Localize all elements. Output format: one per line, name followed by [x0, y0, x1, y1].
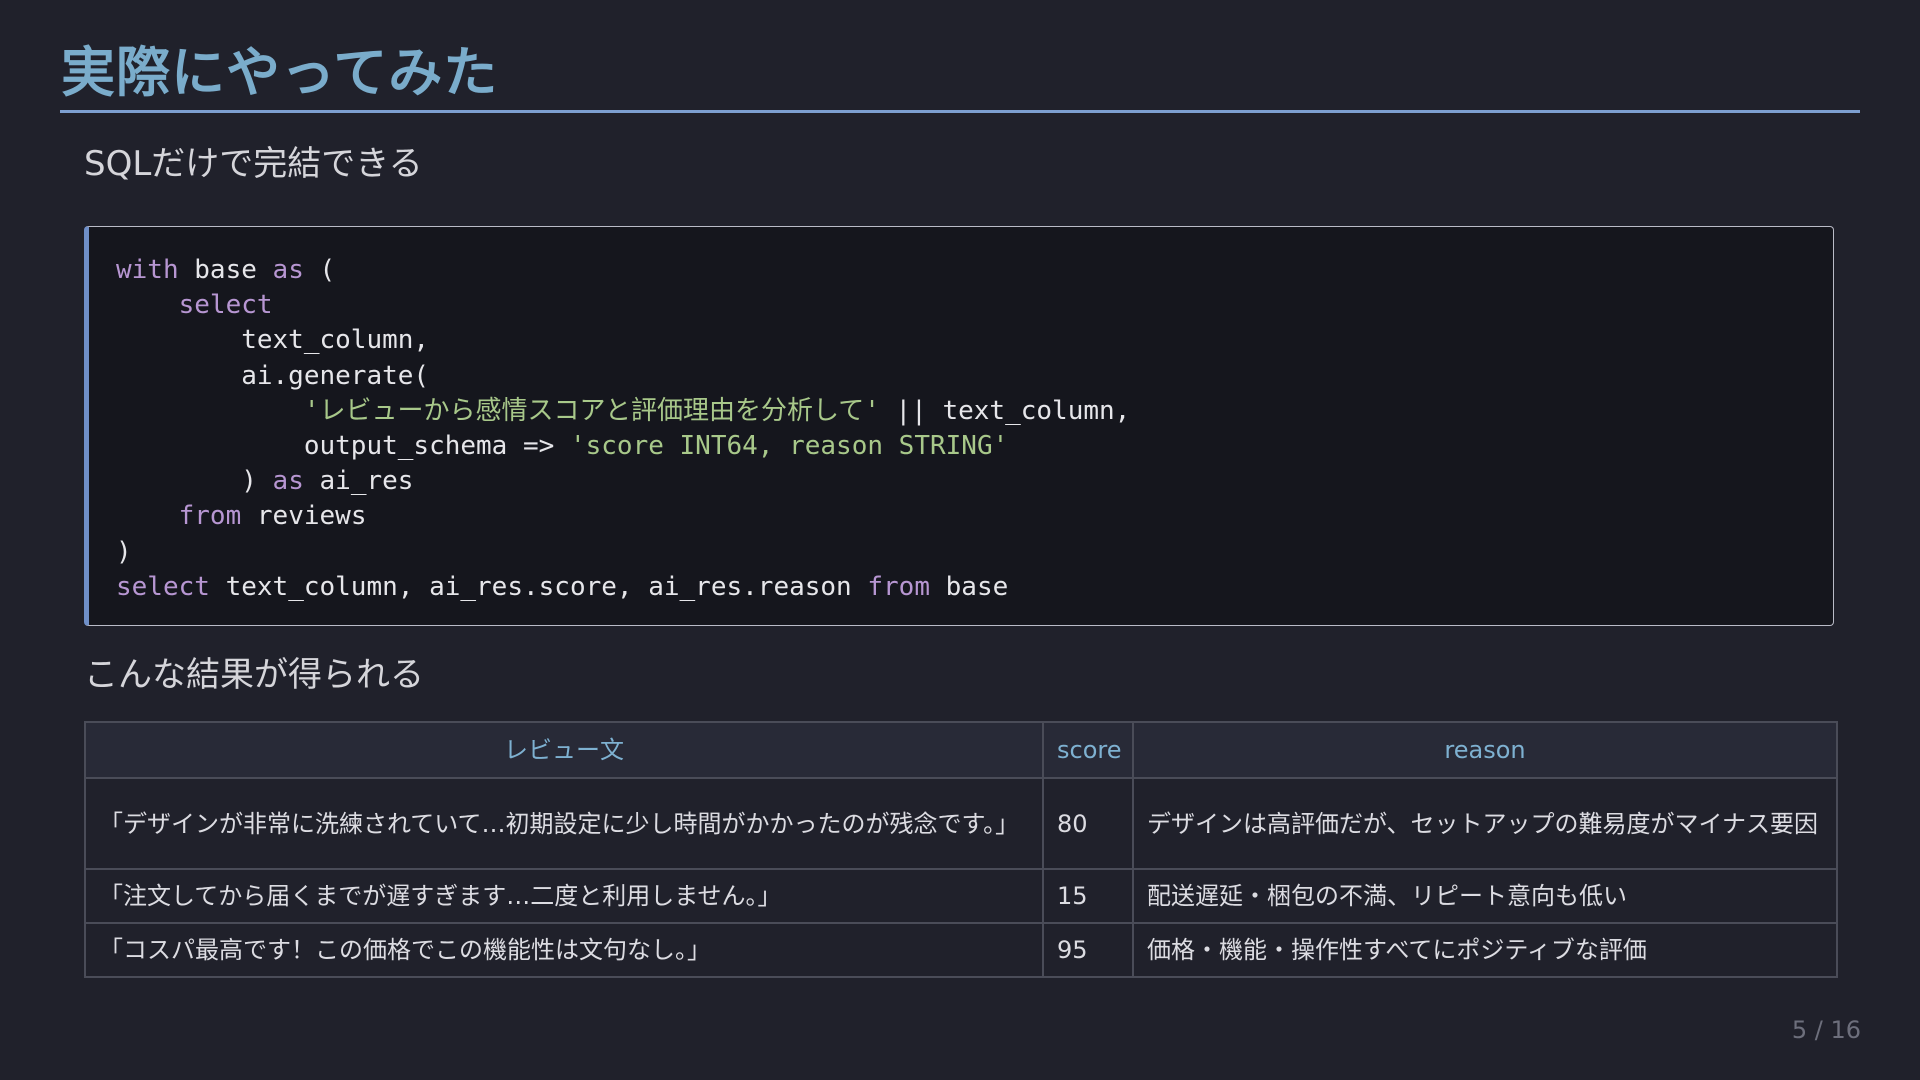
results-heading: こんな結果が得られる — [84, 655, 424, 695]
table-header-row: レビュー文 score reason — [84, 721, 1838, 779]
code-token: 'レビューから感情スコアと評価理由を分析して' — [303, 395, 880, 426]
code-token: ) — [116, 536, 132, 567]
score-cell: 15 — [1042, 868, 1134, 924]
code-line: select — [116, 290, 273, 320]
code-token: 'score INT64, reason STRING' — [569, 431, 1009, 462]
code-token: base — [178, 255, 273, 285]
subtitle: SQLだけで完結できる — [84, 144, 423, 184]
code-token: ai_res — [303, 466, 414, 497]
code-block: with base as ( select text_column, ai.ge… — [84, 226, 1834, 626]
code-line: ai.generate( — [116, 361, 429, 391]
code-token: ai.generate( — [116, 360, 430, 391]
code-line: output_schema => 'score INT64, reason ST… — [116, 431, 1008, 461]
column-header-score: score — [1042, 721, 1134, 779]
column-header-reason: reason — [1132, 721, 1838, 779]
code-line: with base as ( — [116, 255, 335, 285]
reason-cell: 配送遅延・梱包の不満、リピート意向も低い — [1132, 868, 1838, 924]
table-row: 「デザインが非常に洗練されていて…初期設定に少し時間がかかったのが残念です。」 … — [84, 777, 1838, 870]
code-line: ) as ai_res — [116, 466, 413, 496]
code-token: text_column, ai_res.score, ai_res.reason — [209, 571, 868, 602]
code-token: ) — [116, 466, 273, 497]
review-text-cell: 「コスパ最高です！この価格でこの機能性は文句なし。」 — [84, 922, 1044, 978]
code-token: reviews — [241, 501, 367, 532]
code-token: with — [116, 255, 179, 285]
code-token: from — [867, 571, 930, 602]
code-token: select — [116, 571, 210, 602]
table-row: 「コスパ最高です！この価格でこの機能性は文句なし。」 95 価格・機能・操作性す… — [84, 922, 1838, 978]
column-header-review-text: レビュー文 — [84, 721, 1044, 779]
results-table: レビュー文 score reason 「デザインが非常に洗練されていて…初期設定… — [84, 721, 1838, 978]
reason-cell: 価格・機能・操作性すべてにポジティブな評価 — [1132, 922, 1838, 978]
code-token: || text_column, — [879, 395, 1131, 426]
score-cell: 80 — [1042, 777, 1134, 870]
code-token: base — [930, 571, 1009, 602]
code-token: from — [178, 501, 242, 532]
review-text-cell: 「デザインが非常に洗練されていて…初期設定に少し時間がかかったのが残念です。」 — [84, 777, 1044, 870]
code-token: text_column, — [116, 325, 430, 356]
code-line: select text_column, ai_res.score, ai_res… — [116, 572, 1008, 602]
code-token: select — [178, 290, 273, 321]
code-line: from reviews — [116, 501, 367, 532]
code-token: ( — [303, 255, 336, 285]
code-token: output_schema => — [116, 431, 570, 462]
review-text-cell: 「注文してから届くまでが遅すぎます…二度と利用しません。」 — [84, 868, 1044, 924]
code-token: as — [272, 255, 304, 285]
page-number: 5 / 16 — [1791, 1016, 1861, 1044]
code-content: with base as ( select text_column, ai.ge… — [116, 253, 1130, 605]
code-line: 'レビューから感情スコアと評価理由を分析して' || text_column, — [116, 396, 1130, 426]
code-token: as — [272, 466, 304, 497]
slide-title: 実際にやってみた — [61, 41, 499, 104]
code-line: ) — [116, 537, 132, 567]
table-row: 「注文してから届くまでが遅すぎます…二度と利用しません。」 15 配送遅延・梱包… — [84, 868, 1838, 924]
reason-cell: デザインは高評価だが、セットアップの難易度がマイナス要因 — [1132, 777, 1838, 870]
title-divider — [60, 110, 1860, 113]
score-cell: 95 — [1042, 922, 1134, 978]
code-line: text_column, — [116, 325, 429, 355]
